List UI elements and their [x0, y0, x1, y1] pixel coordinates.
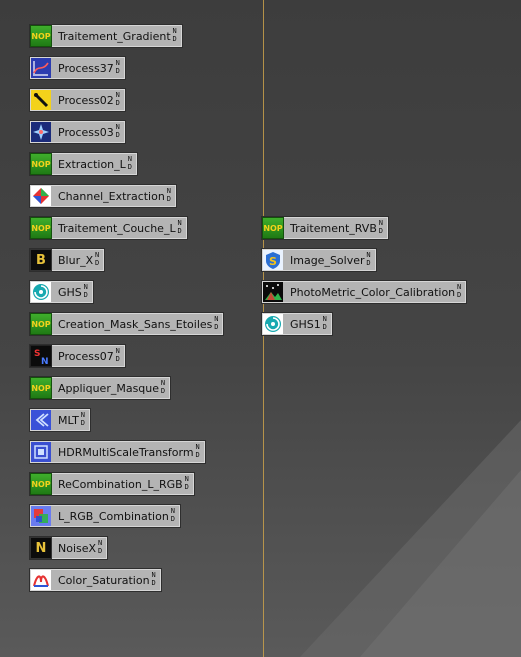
- node-flag-marker: ND: [115, 347, 120, 363]
- node-flag-marker: ND: [322, 315, 327, 331]
- process-icon-label: Traitement_Gradient: [58, 29, 171, 43]
- sn-icon: SN: [30, 345, 52, 367]
- node-flag-marker: ND: [127, 155, 132, 171]
- process-icon-label: Creation_Mask_Sans_Etoiles: [58, 317, 213, 331]
- process-icon-process37[interactable]: Process37 N D: [30, 57, 125, 79]
- node-flag-marker: ND: [172, 27, 177, 43]
- process-icon-extraction-l[interactable]: NOP Extraction_L N D: [30, 153, 137, 175]
- node-flag-marker: ND: [378, 219, 383, 235]
- process-icon-label: Color_Saturation: [58, 573, 150, 587]
- process-icon-label: Appliquer_Masque: [58, 381, 160, 395]
- process-icon-label: PhotoMetric_Color_Calibration: [290, 285, 456, 299]
- node-flag-marker: ND: [366, 251, 371, 267]
- nop-icon: NOP: [30, 473, 52, 495]
- process-icon-process03[interactable]: Process03 N D: [30, 121, 125, 143]
- process-icon-traitement-couche-l[interactable]: NOP Traitement_Couche_L N D: [30, 217, 187, 239]
- process-icon-process02[interactable]: Process02 N D: [30, 89, 125, 111]
- image-solver-icon: S: [262, 249, 284, 271]
- svg-text:S: S: [269, 255, 277, 268]
- mlt-icon: [30, 409, 52, 431]
- process-icon-process07[interactable]: S N Process07 N D: [30, 345, 125, 367]
- channel-prism-icon: [30, 185, 52, 207]
- photometric-icon: [262, 281, 284, 303]
- process-icon-label: Traitement_Couche_L: [58, 221, 176, 235]
- nop-icon: NOP: [262, 217, 284, 239]
- process-icon-channel-extraction[interactable]: Channel_Extraction N D: [30, 185, 176, 207]
- node-flag-marker: ND: [115, 123, 120, 139]
- process-icon-traitement-rvb[interactable]: NOP Traitement_RVB N D: [262, 217, 388, 239]
- process-icon-creation-mask-sans-etoiles[interactable]: NOP Creation_Mask_Sans_Etoiles N D: [30, 313, 224, 335]
- node-flag-marker: ND: [195, 443, 200, 459]
- graph-icon: [30, 57, 52, 79]
- node-flag-marker: ND: [457, 283, 462, 299]
- process-icon-photometric-color-calibration[interactable]: PhotoMetric_Color_Calibration N D: [262, 281, 467, 303]
- svg-text:N: N: [41, 357, 49, 366]
- node-flag-marker: ND: [166, 187, 171, 203]
- noise-x-icon: N: [30, 537, 52, 559]
- node-flag-marker: ND: [115, 59, 120, 75]
- process-icon-noisex[interactable]: N NoiseX N D: [30, 537, 108, 559]
- process-icon-hdrmultiscaletransform[interactable]: HDRMultiScaleTransform N D: [30, 441, 205, 463]
- node-flag-marker: ND: [184, 475, 189, 491]
- ghs-icon: [30, 281, 52, 303]
- process-icon-image-solver[interactable]: S Image_Solver N D: [262, 249, 376, 271]
- process-icon-label: HDRMultiScaleTransform: [58, 445, 194, 459]
- process-icon-ghs1[interactable]: GHS1 N D: [262, 313, 332, 335]
- process-icon-blur-x[interactable]: B Blur_X N D: [30, 249, 105, 271]
- node-flag-marker: ND: [95, 251, 100, 267]
- process-icon-appliquer-masque[interactable]: NOP Appliquer_Masque N D: [30, 377, 171, 399]
- node-flag-marker: ND: [214, 315, 219, 331]
- process-icon-label: Channel_Extraction: [58, 189, 165, 203]
- node-flag-marker: ND: [177, 219, 182, 235]
- wand-icon: [30, 89, 52, 111]
- process-icon-traitement-gradient[interactable]: NOP Traitement_Gradient N D: [30, 25, 182, 47]
- node-flag-marker: ND: [97, 539, 103, 555]
- star-burst-icon: [30, 121, 52, 143]
- process-container-canvas[interactable]: NOP Traitement_Gradient N D Process37 N D Proce…: [0, 0, 521, 657]
- nop-icon: NOP: [30, 153, 52, 175]
- node-flag-marker: ND: [115, 91, 120, 107]
- process-icon-label: Traitement_RVB: [290, 221, 377, 235]
- lrgb-icon: [30, 505, 52, 527]
- process-icon-label: Image_Solver: [290, 253, 365, 267]
- process-icon-label: Extraction_L: [58, 157, 126, 171]
- process-icon-label: L_RGB_Combination: [58, 509, 169, 523]
- nop-icon: NOP: [30, 313, 52, 335]
- process-icon-label: ReCombination_L_RGB: [58, 477, 183, 491]
- process-icon-mlt[interactable]: MLT N D: [30, 409, 90, 431]
- process-icon-l-rgb-combination[interactable]: L_RGB_Combination N D: [30, 505, 180, 527]
- nop-icon: NOP: [30, 377, 52, 399]
- node-flag-marker: ND: [160, 379, 166, 395]
- node-flag-marker: ND: [83, 283, 88, 299]
- node-flag-marker: ND: [170, 507, 175, 523]
- process-icon-color-saturation[interactable]: Color_Saturation N D: [30, 569, 161, 591]
- nop-icon: NOP: [30, 217, 52, 239]
- process-icon-ghs[interactable]: GHS N D: [30, 281, 93, 303]
- ghs-icon: [262, 313, 284, 335]
- node-flag-marker: ND: [80, 411, 85, 427]
- svg-text:S: S: [34, 349, 40, 359]
- node-flag-marker: ND: [151, 571, 156, 587]
- color-saturation-icon: [30, 569, 52, 591]
- blur-x-icon: B: [30, 249, 52, 271]
- nop-icon: NOP: [30, 25, 52, 47]
- process-icon-recombination-l-rgb[interactable]: NOP ReCombination_L_RGB N D: [30, 473, 194, 495]
- hdr-icon: [30, 441, 52, 463]
